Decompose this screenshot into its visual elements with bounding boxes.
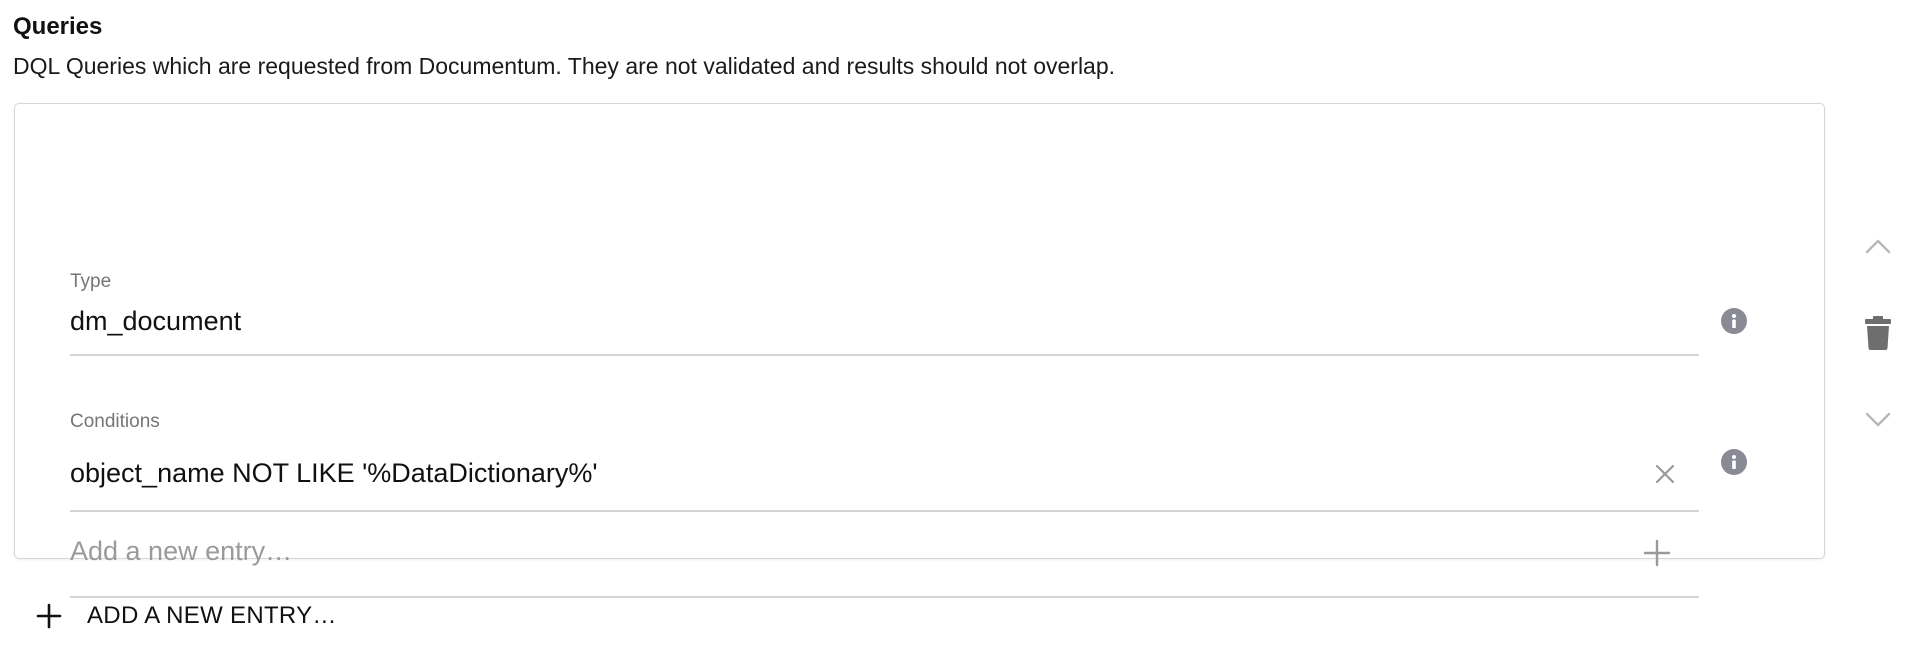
- delete-trash-icon[interactable]: [1862, 313, 1894, 353]
- move-down-chevron-down-icon[interactable]: [1862, 404, 1894, 436]
- queries-section: Queries DQL Queries which are requested …: [0, 0, 1907, 662]
- new-condition-input[interactable]: Add a new entry…: [70, 534, 292, 568]
- move-up-chevron-up-icon[interactable]: [1862, 230, 1894, 262]
- query-entry-card: Type dm_document Conditions object_name …: [14, 103, 1825, 598]
- plus-icon: [36, 603, 62, 629]
- section-description: DQL Queries which are requested from Doc…: [13, 53, 1116, 79]
- type-info-icon[interactable]: [1721, 308, 1747, 334]
- add-new-entry-label: ADD A NEW ENTRY…: [87, 602, 337, 629]
- type-field-underline: [70, 354, 1699, 356]
- section-title: Queries: [13, 13, 103, 40]
- conditions-field-label: Conditions: [70, 411, 160, 432]
- clear-condition-close-icon[interactable]: [1651, 460, 1679, 488]
- add-new-entry-button[interactable]: ADD A NEW ENTRY…: [36, 596, 337, 636]
- conditions-info-icon[interactable]: [1721, 449, 1747, 475]
- condition-item-underline: [70, 510, 1699, 512]
- type-field-value[interactable]: dm_document: [70, 304, 241, 338]
- condition-item-value[interactable]: object_name NOT LIKE '%DataDictionary%': [70, 456, 598, 490]
- add-condition-plus-icon[interactable]: [1641, 537, 1673, 569]
- type-field-label: Type: [70, 271, 112, 292]
